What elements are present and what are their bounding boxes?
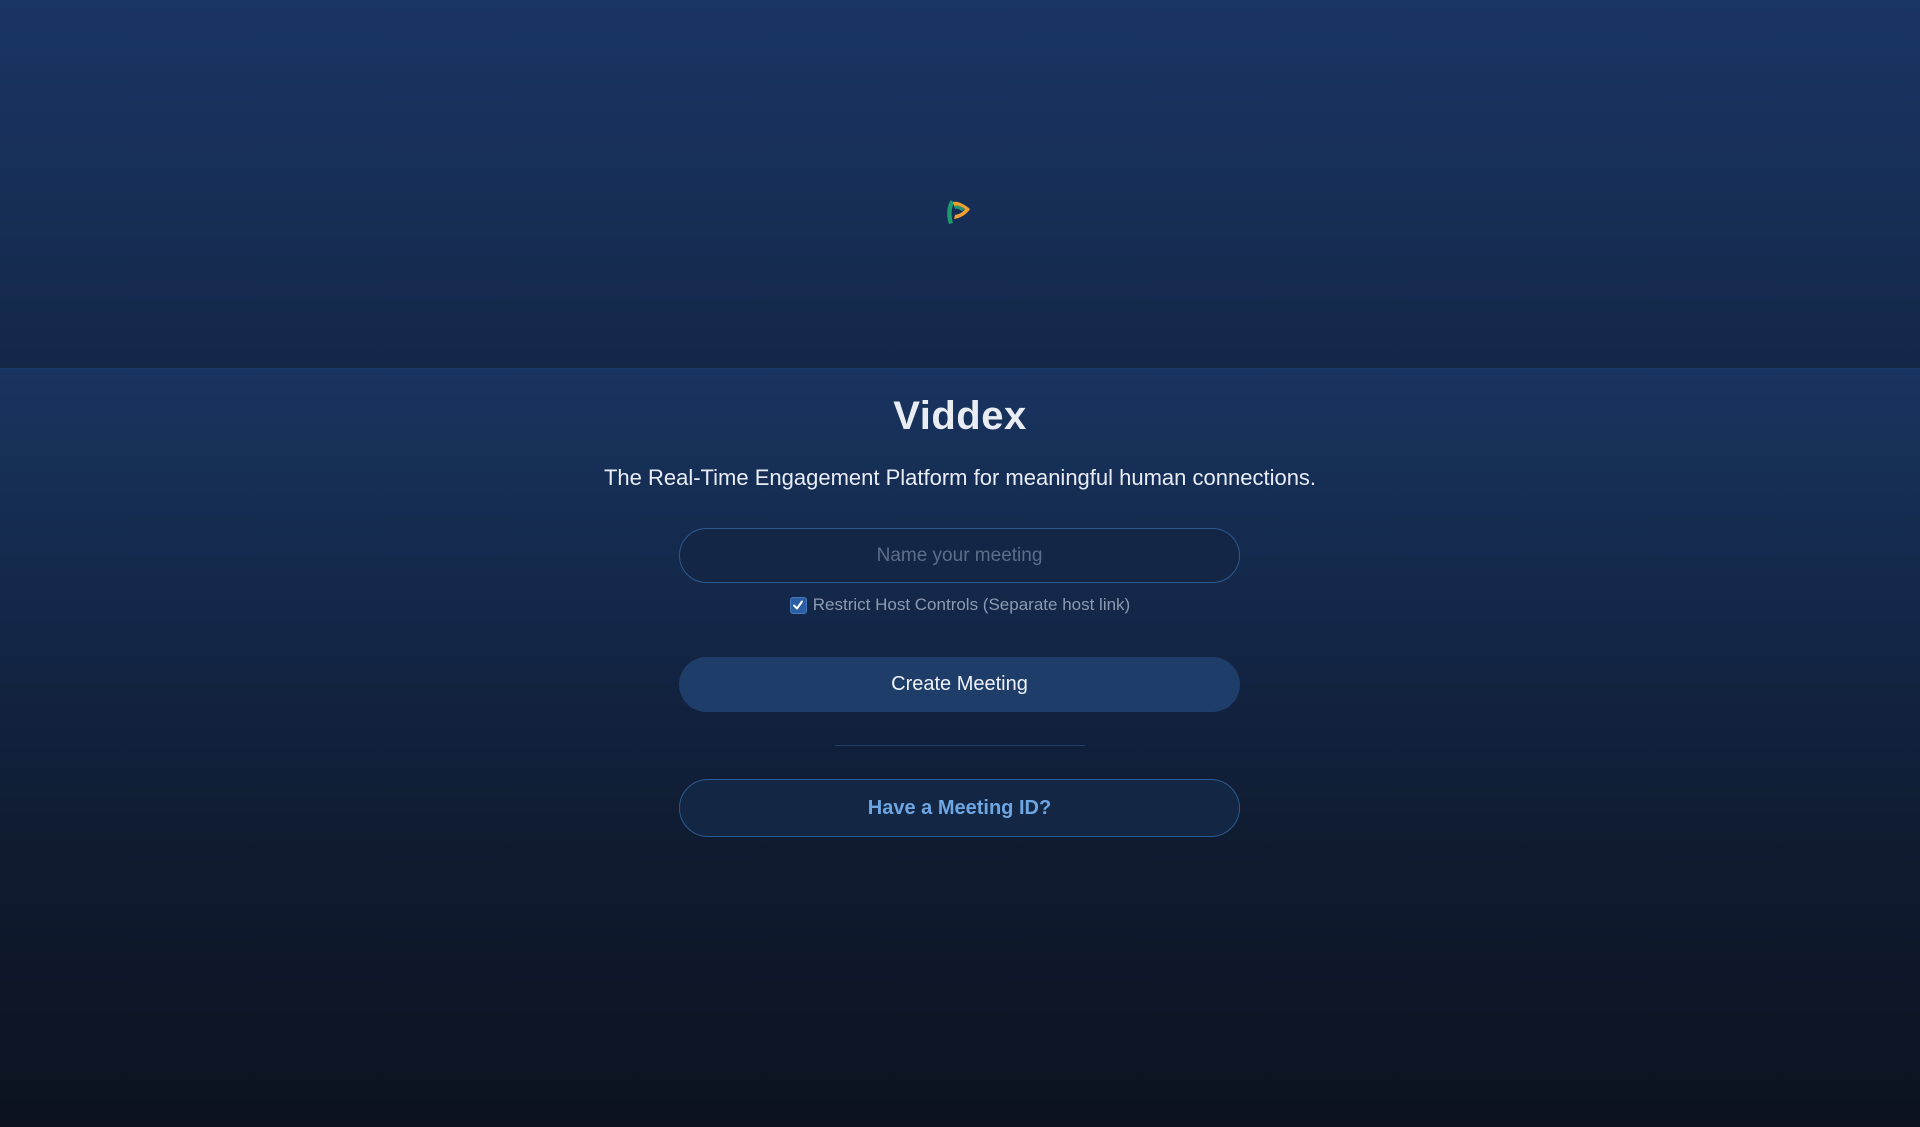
- hero-banner: [0, 0, 1920, 369]
- restrict-host-checkbox[interactable]: [789, 596, 807, 614]
- divider: [835, 745, 1085, 746]
- create-meeting-button[interactable]: Create Meeting: [679, 657, 1240, 712]
- viddex-logo-icon: [947, 200, 970, 224]
- main-panel: Viddex The Real-Time Engagement Platform…: [0, 369, 1920, 1127]
- have-meeting-id-button[interactable]: Have a Meeting ID?: [679, 779, 1240, 837]
- restrict-host-label[interactable]: Restrict Host Controls (Separate host li…: [813, 595, 1130, 615]
- meeting-name-input[interactable]: [679, 528, 1240, 583]
- app-tagline: The Real-Time Engagement Platform for me…: [603, 465, 1317, 490]
- check-icon: [793, 600, 804, 610]
- restrict-host-row[interactable]: Restrict Host Controls (Separate host li…: [0, 595, 1920, 615]
- app-title: Viddex: [893, 394, 1027, 438]
